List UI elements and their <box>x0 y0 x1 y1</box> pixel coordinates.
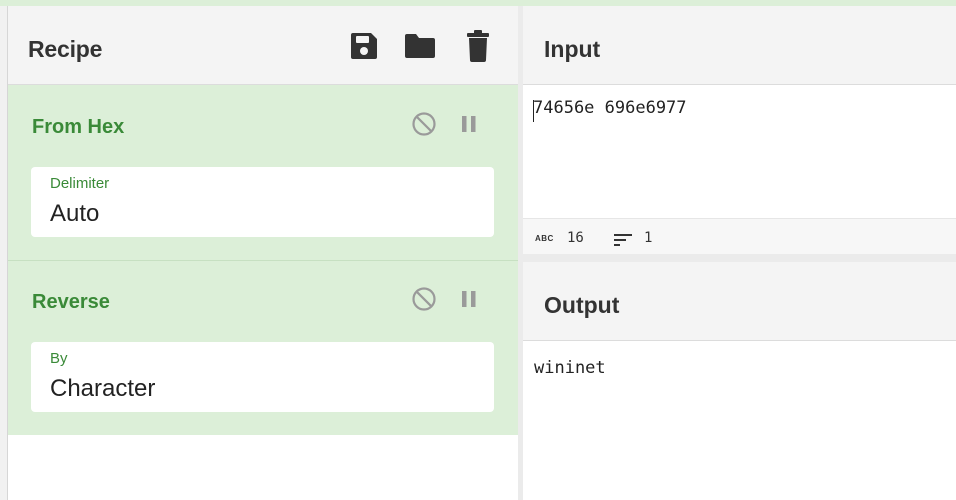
io-separator[interactable] <box>523 254 956 262</box>
pause-icon[interactable] <box>459 113 479 135</box>
operation-title: From Hex <box>32 116 125 138</box>
input-status-bar: ABC 16 1 <box>523 218 956 255</box>
field-label: By <box>50 350 68 367</box>
by-field[interactable]: By Character <box>31 342 494 412</box>
pause-icon[interactable] <box>459 288 479 310</box>
operation-reverse[interactable]: Reverse By Character <box>8 261 518 435</box>
input-lines: 1 <box>644 230 653 246</box>
operation-title: Reverse <box>32 291 110 313</box>
delimiter-field[interactable]: Delimiter Auto <box>31 167 494 237</box>
folder-icon[interactable] <box>404 30 436 62</box>
disable-icon[interactable] <box>411 286 437 312</box>
recipe-header: Recipe <box>8 6 518 85</box>
save-icon[interactable] <box>348 30 380 62</box>
field-label: Delimiter <box>50 175 110 192</box>
trash-icon[interactable] <box>462 30 494 62</box>
recipe-panel: Recipe From Hex Delimiter Auto Reverse B… <box>8 6 518 500</box>
io-panel: Input 74656e 696e6977 ABC 16 1 Output wi… <box>523 6 956 500</box>
output-header: Output <box>523 262 956 341</box>
length-icon: ABC <box>535 234 554 243</box>
input-title: Input <box>544 36 601 62</box>
field-value: Auto <box>50 200 100 227</box>
lines-icon <box>614 234 632 246</box>
input-textarea[interactable]: 74656e 696e6977 <box>533 98 687 118</box>
input-length: 16 <box>567 230 584 246</box>
recipe-title: Recipe <box>28 36 103 62</box>
output-text[interactable]: wininet <box>534 358 606 378</box>
input-header: Input <box>523 6 956 85</box>
operation-from-hex[interactable]: From Hex Delimiter Auto <box>8 85 518 260</box>
output-title: Output <box>544 292 620 318</box>
field-value: Character <box>50 375 156 402</box>
disable-icon[interactable] <box>411 111 437 137</box>
